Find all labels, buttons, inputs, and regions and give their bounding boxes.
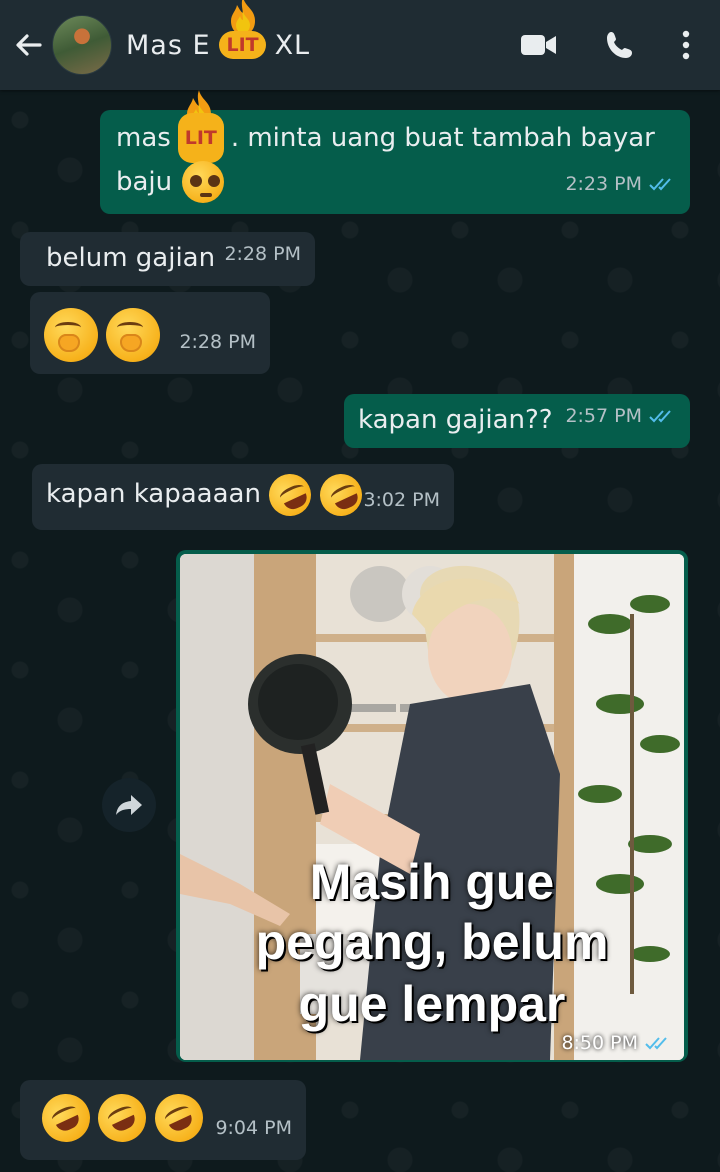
voice-call-icon[interactable] (604, 29, 636, 61)
chat-header: Mas E LIT XL (0, 0, 720, 90)
back-button[interactable] (6, 15, 50, 75)
message-time: 2:28 PM (224, 243, 301, 265)
forward-arrow-icon (116, 795, 142, 815)
more-options-icon[interactable] (682, 30, 690, 60)
message-meta: 2:23 PM (565, 162, 676, 206)
forward-button[interactable] (102, 778, 156, 832)
lit-label: LIT (177, 113, 224, 163)
incoming-message[interactable]: belum gajian 2:28 PM (20, 232, 315, 286)
outgoing-message[interactable]: kapan gajian?? 2:57 PM (344, 394, 690, 448)
message-time: 8:50 PM (561, 1032, 638, 1054)
message-time: 2:57 PM (565, 405, 642, 427)
image-photo[interactable]: Masih gue pegang, belum gue lempar 8:50 … (180, 554, 684, 1060)
image-caption-line: pegang, belum (255, 914, 609, 970)
incoming-message[interactable]: 9:04 PM (20, 1080, 306, 1160)
rolling-laughing-emoji (90, 1086, 155, 1150)
image-caption-line: gue lempar (298, 976, 566, 1032)
outgoing-message[interactable]: mas LIT . minta uang buat tambah bayar b… (100, 90, 690, 214)
incoming-message[interactable]: 2:28 PM (30, 292, 270, 374)
pleading-face-emoji (182, 161, 225, 203)
chat-area[interactable]: mas LIT . minta uang buat tambah bayar b… (0, 90, 720, 1172)
rolling-laughing-emoji (262, 466, 319, 523)
message-time: 3:02 PM (363, 489, 440, 511)
message-text: kapan gajian?? (358, 405, 553, 435)
read-ticks-icon (649, 410, 671, 423)
message-meta: 8:50 PM (561, 1032, 672, 1054)
rolling-laughing-emoji (34, 1086, 98, 1150)
read-ticks-icon (645, 1037, 667, 1050)
hand-over-mouth-emoji (44, 308, 98, 362)
back-arrow-icon (16, 34, 42, 56)
lit-fire-sticker: LIT (215, 0, 271, 65)
rolling-laughing-emoji (146, 1086, 211, 1150)
message-text: belum gajian (46, 243, 216, 273)
contact-name[interactable]: Mas E LIT XL (126, 0, 311, 65)
rolling-laughing-emoji (312, 466, 369, 523)
message-time: 9:04 PM (215, 1117, 292, 1139)
message-text: kapan kapaaaan (46, 479, 261, 509)
message-text: . minta uang buat tambah bayar (230, 123, 655, 153)
hand-over-mouth-emoji (106, 308, 161, 362)
contact-name-suffix: XL (274, 29, 311, 61)
message-time: 2:28 PM (179, 331, 256, 353)
contact-avatar[interactable] (52, 15, 112, 75)
message-text: baju (116, 167, 173, 197)
message-text: mas (116, 123, 171, 153)
message-meta: 2:57 PM (565, 394, 676, 438)
lit-fire-sticker: LIT (169, 90, 233, 163)
image-caption-line: Masih gue (309, 854, 555, 910)
contact-name-prefix: Mas E (126, 29, 211, 61)
video-call-icon[interactable] (520, 32, 558, 58)
message-time: 2:23 PM (565, 173, 642, 195)
incoming-message[interactable]: kapan kapaaaan 3:02 PM (32, 464, 454, 530)
read-ticks-icon (649, 178, 671, 191)
lit-label: LIT (219, 31, 266, 59)
